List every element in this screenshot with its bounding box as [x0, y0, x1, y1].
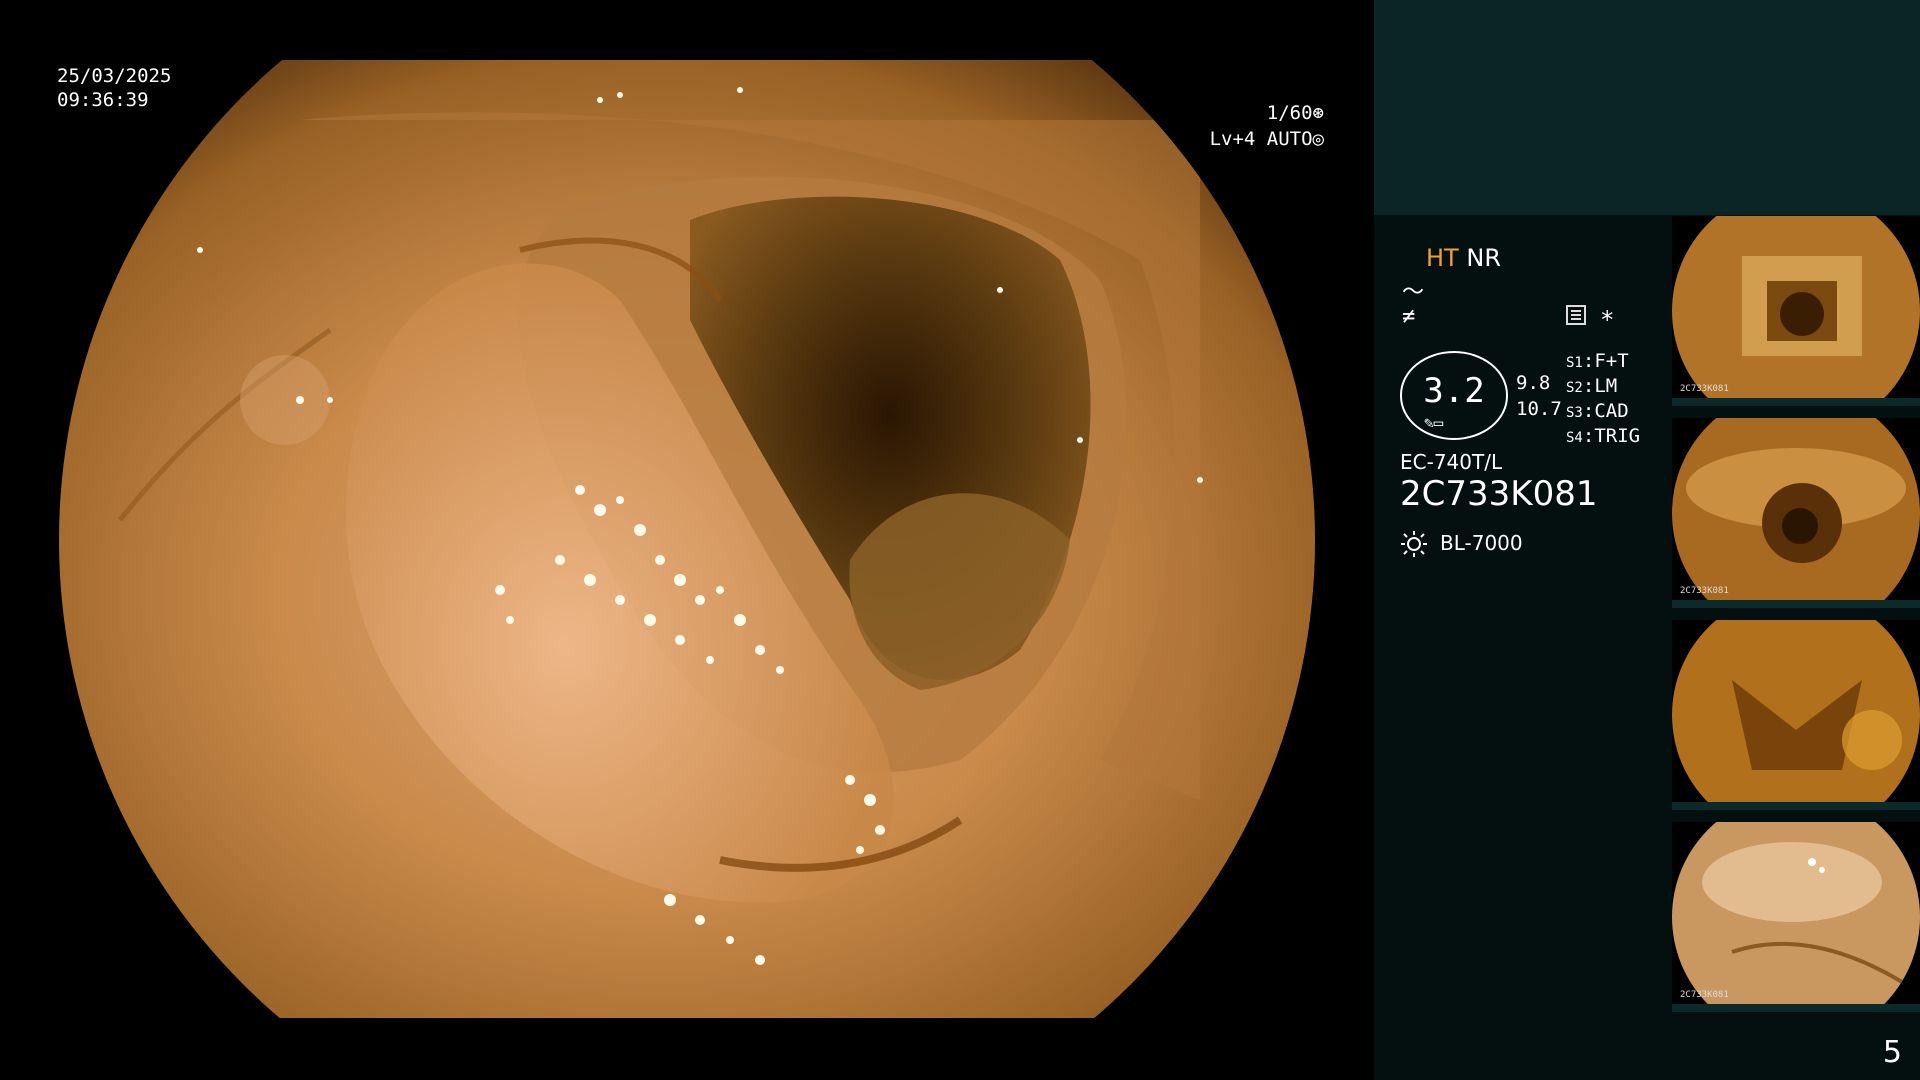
light-source-icon: [1401, 531, 1427, 557]
thumbnail-bar: [1672, 600, 1920, 608]
mode-icon: 〜: [1402, 280, 1425, 305]
page-number: 5: [1882, 1035, 1902, 1070]
thumbnail-caption: 2C733K081: [1680, 384, 1729, 394]
enhancement-status: HT NR: [1426, 244, 1501, 272]
gauge-reading-1: 9.8: [1516, 372, 1551, 394]
switch-key: S1: [1566, 355, 1583, 371]
thumbnail-4[interactable]: 2C733K081: [1672, 822, 1920, 1012]
level-overlay: Lv+4 AUTO◎: [1210, 127, 1324, 151]
shutter-icon: ⊛: [1312, 102, 1324, 124]
scope-serial: 2C733K081: [1400, 474, 1598, 514]
switch-value: TRIG: [1594, 425, 1641, 447]
thumbnail-bar: [1672, 398, 1920, 406]
light-level: Lv+4 AUTO: [1209, 128, 1313, 150]
switch-key: S4: [1566, 430, 1583, 446]
gauge-reading-2: 10.7: [1516, 398, 1562, 420]
gauge: 3.2 ✎▭: [1400, 351, 1508, 440]
switch-s3: S3:CAD: [1566, 400, 1629, 422]
info-panel: HT NR 〜 ≠ * 3.2 ✎▭ 9.8 10.7 S1:F+T S2:LM…: [1374, 0, 1920, 1080]
gauge-value: 3.2: [1423, 371, 1485, 411]
switch-key: S3: [1566, 405, 1583, 421]
time-label: 09:36:39: [57, 89, 149, 111]
endoscope-view: 25/03/2025 09:36:39 1/60⊛ Lv+4 AUTO◎: [0, 0, 1374, 1080]
switch-value: CAD: [1594, 400, 1629, 422]
thumbnail-bar: [1672, 802, 1920, 810]
shutter-speed: 1/60: [1266, 102, 1313, 124]
shutter-overlay: 1/60⊛: [1267, 101, 1324, 125]
iris-icon: ◎: [1312, 128, 1324, 150]
thumbnail-3[interactable]: [1672, 620, 1920, 810]
thumbnail-2[interactable]: 2C733K081: [1672, 418, 1920, 608]
menu-icon: [1566, 305, 1586, 325]
switch-value: LM: [1594, 375, 1618, 397]
date-label: 25/03/2025: [57, 65, 172, 87]
thumbnail-image: [1672, 620, 1920, 810]
panel-header: [1374, 0, 1920, 215]
thumbnail-image: [1672, 216, 1920, 406]
pencil-icon: ✎▭: [1424, 413, 1444, 432]
switch-s2: S2:LM: [1566, 375, 1618, 397]
endoscopic-image: [59, 60, 1315, 1018]
star-icon: *: [1600, 306, 1615, 334]
nr-label: NR: [1466, 244, 1501, 272]
datetime-overlay: 25/03/2025 09:36:39: [57, 64, 171, 112]
thumbnail-1[interactable]: 2C733K081: [1672, 216, 1920, 406]
light-source-model: BL-7000: [1440, 531, 1523, 555]
ht-label: HT: [1426, 244, 1459, 272]
thumbnail-bar: [1672, 1004, 1920, 1012]
thumbnail-caption: 2C733K081: [1680, 586, 1729, 596]
switch-s1: S1:F+T: [1566, 350, 1629, 372]
switch-value: F+T: [1594, 350, 1629, 372]
scope-model: EC-740T/L: [1400, 450, 1503, 474]
thumbnail-image: [1672, 822, 1920, 1012]
thumbnail-image: [1672, 418, 1920, 608]
switch-s4: S4:TRIG: [1566, 425, 1641, 447]
filter-icon: ≠: [1402, 304, 1416, 329]
switch-key: S2: [1566, 380, 1583, 396]
thumbnail-caption: 2C733K081: [1680, 990, 1729, 1000]
